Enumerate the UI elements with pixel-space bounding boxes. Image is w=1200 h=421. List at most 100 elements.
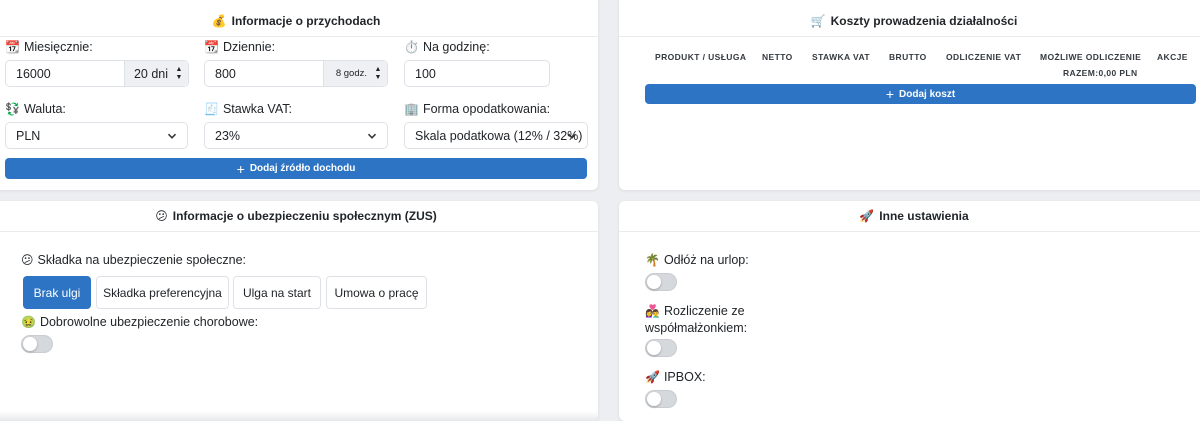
hourly-value: 100	[415, 66, 436, 81]
ipbox-label-text: IPBOX:	[663, 370, 706, 384]
confused-face-icon: 😕	[155, 209, 168, 223]
other-settings-header: 🚀 Inne ustawienia	[619, 201, 1200, 232]
spouse-settlement-label: 👩‍❤️‍👨 Rozliczenie ze współmałżonkiem:	[645, 304, 747, 335]
option-start-relief-button[interactable]: Ulga na start	[233, 276, 321, 309]
palm-tree-icon: 🌴	[645, 253, 660, 267]
monthly-days-text: 20 dni	[133, 66, 168, 81]
zus-card: 😕 Informacje o ubezpieczeniu społecznym …	[0, 201, 598, 421]
currency-value: PLN	[16, 128, 41, 143]
tax-form-value: Skala podatkowa (12% / 32%)	[415, 128, 583, 143]
zus-card-header: 😕 Informacje o ubezpieczeniu społecznym …	[0, 201, 598, 232]
currency-label-text: Waluta:	[23, 102, 66, 116]
chevron-down-icon	[567, 133, 577, 139]
rocket-icon: 🚀	[645, 370, 660, 384]
income-card-header: 💰 Informacje o przychodach	[0, 0, 598, 37]
income-title: Informacje o przychodach	[231, 14, 381, 28]
add-income-source-label: Dodaj źródło dochodu	[249, 163, 356, 174]
currency-exchange-icon: 💱	[5, 102, 20, 116]
stepper-down-icon[interactable]: ▼	[375, 74, 382, 82]
monthly-input[interactable]: 16000 20 dni ▲ ▼	[5, 60, 189, 87]
vacation-label: 🌴 Odłóż na urlop:	[645, 253, 749, 267]
column-header-vat-deduction: ODLICZENIE VAT	[946, 52, 1022, 62]
add-cost-label: Dodaj koszt	[899, 88, 956, 100]
money-bag-icon: 💰	[211, 14, 227, 28]
stepper-down-icon[interactable]: ▼	[176, 74, 183, 82]
stepper-up-icon[interactable]: ▲	[176, 66, 183, 74]
tax-form-label-text: Forma opodatkowania:	[422, 102, 551, 116]
couple-icon: 👩‍❤️‍👨	[645, 304, 660, 318]
office-building-icon: 🏢	[404, 102, 419, 116]
vat-select[interactable]: 23%	[204, 122, 388, 149]
toggle-knob	[647, 392, 661, 406]
stepper-up-icon[interactable]: ▲	[375, 66, 382, 74]
monthly-label: 📆 Miesięcznie:	[5, 40, 93, 54]
option-preferential-button[interactable]: Składka preferencyjna	[96, 276, 229, 309]
toggle-knob	[23, 337, 37, 351]
plus-icon: +	[236, 160, 245, 177]
vacation-label-text: Odłóż na urlop:	[663, 253, 749, 267]
rocket-icon: 🚀	[859, 209, 875, 223]
daily-label-text: Dziennie:	[222, 40, 276, 54]
costs-title: Koszty prowadzenia działalności	[830, 14, 1018, 28]
monthly-days-addon[interactable]: 20 dni ▲ ▼	[124, 61, 188, 86]
daily-hours-text: 8 godz.	[335, 68, 367, 79]
daily-hours-addon[interactable]: 8 godz. ▲ ▼	[323, 61, 387, 86]
tax-form-label: 🏢 Forma opodatkowania:	[404, 102, 550, 116]
spouse-settlement-toggle[interactable]	[645, 339, 677, 357]
column-header-possible-deduction: MOŻLIWE ODLICZENIE	[1040, 52, 1142, 62]
daily-input[interactable]: 800 8 godz. ▲ ▼	[204, 60, 388, 87]
currency-label: 💱 Waluta:	[5, 102, 66, 116]
chevron-down-icon	[367, 133, 377, 139]
option-employment-contract-button[interactable]: Umowa o pracę	[326, 276, 427, 309]
column-header-gross: BRUTTO	[889, 52, 927, 62]
calendar-icon: 📆	[5, 40, 20, 54]
shopping-cart-icon: 🛒	[810, 14, 826, 28]
currency-select[interactable]: PLN	[5, 122, 188, 149]
ipbox-label: 🚀 IPBOX:	[645, 370, 706, 384]
receipt-icon: 🧾	[204, 102, 219, 116]
column-header-vat-rate: STAWKA VAT	[812, 52, 870, 62]
option-no-relief-button[interactable]: Brak ulgi	[23, 276, 91, 309]
vat-label: 🧾 Stawka VAT:	[204, 102, 292, 116]
spouse-settlement-text1: Rozliczenie ze	[663, 304, 745, 318]
ipbox-toggle[interactable]	[645, 390, 677, 408]
column-header-net: NETTO	[762, 52, 793, 62]
card-bottom-fade	[0, 411, 598, 421]
stopwatch-icon: ⏱️	[404, 40, 419, 54]
hourly-label-text: Na godzinę:	[422, 40, 490, 54]
spouse-settlement-text2: współmałżonkiem:	[645, 321, 748, 335]
sickness-insurance-toggle[interactable]	[21, 335, 53, 353]
add-cost-button[interactable]: + Dodaj koszt	[645, 84, 1196, 104]
days-stepper-icon[interactable]: ▲ ▼	[174, 66, 184, 82]
hourly-input[interactable]: 100	[404, 60, 550, 87]
monthly-label-text: Miesięcznie:	[23, 40, 93, 54]
tax-form-select[interactable]: Skala podatkowa (12% / 32%)	[404, 122, 588, 149]
confused-face-icon: 😕	[21, 253, 34, 267]
add-income-source-button[interactable]: + Dodaj źródło dochodu	[5, 158, 587, 179]
zus-title: Informacje o ubezpieczeniu społecznym (Z…	[172, 209, 437, 223]
costs-total: RAZEM:0,00 PLN	[1063, 68, 1138, 78]
calendar-icon: 📆	[204, 40, 219, 54]
daily-value: 800	[215, 66, 236, 81]
costs-card-header: 🛒 Koszty prowadzenia działalności	[619, 0, 1200, 37]
monthly-value: 16000	[16, 66, 51, 81]
vat-value: 23%	[215, 128, 241, 143]
vat-label-text: Stawka VAT:	[222, 102, 292, 116]
chevron-down-icon	[167, 133, 177, 139]
other-settings-title: Inne ustawienia	[879, 209, 969, 223]
toggle-knob	[647, 275, 661, 289]
toggle-knob	[647, 341, 661, 355]
spouse-settlement-line1: 👩‍❤️‍👨 Rozliczenie ze	[645, 304, 745, 318]
hourly-label: ⏱️ Na godzinę:	[404, 40, 490, 54]
plus-icon: +	[885, 86, 895, 102]
vacation-toggle[interactable]	[645, 273, 677, 291]
zus-contribution-label: 😕 Składka na ubezpieczenie społeczne:	[21, 253, 246, 267]
hours-stepper-icon[interactable]: ▲ ▼	[373, 66, 383, 82]
sickness-insurance-label-text: Dobrowolne ubezpieczenie chorobowe:	[39, 315, 259, 329]
nauseated-face-icon: 🤢	[21, 315, 36, 329]
sickness-insurance-label: 🤢 Dobrowolne ubezpieczenie chorobowe:	[21, 315, 258, 329]
daily-label: 📆 Dziennie:	[204, 40, 275, 54]
column-header-product: PRODUKT / USŁUGA	[655, 52, 747, 62]
column-header-actions: AKCJE	[1157, 52, 1188, 62]
zus-contribution-label-text: Składka na ubezpieczenie społeczne:	[37, 253, 246, 267]
